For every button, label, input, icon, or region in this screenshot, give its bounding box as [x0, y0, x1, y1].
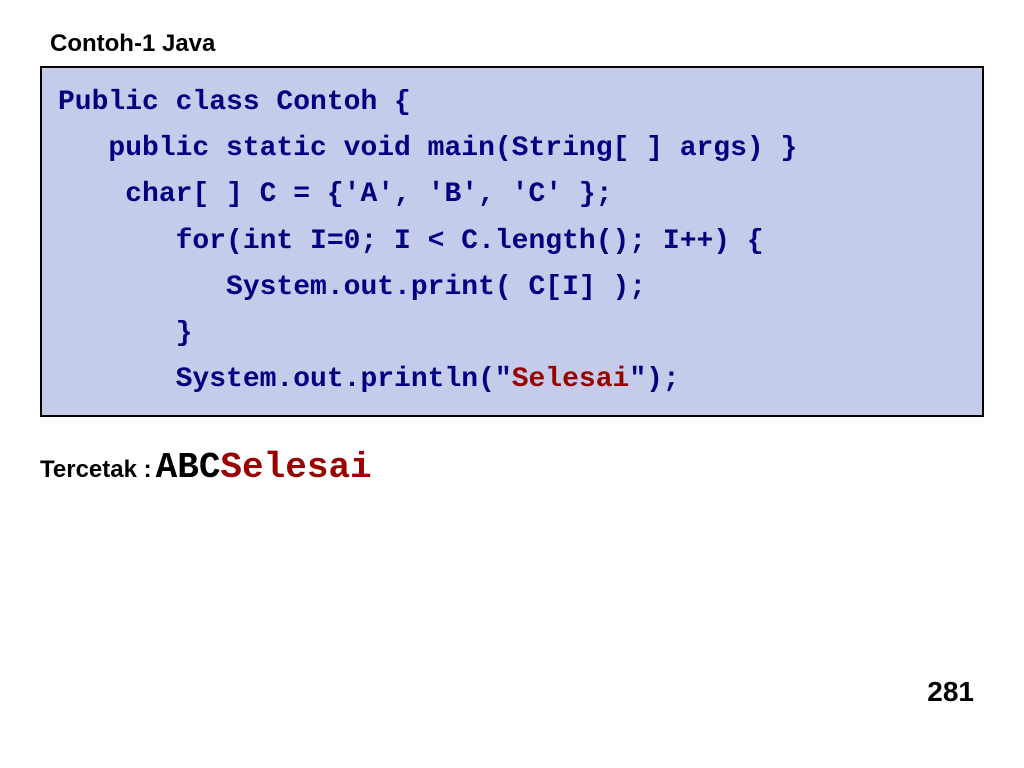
output-row: Tercetak : ABCSelesai: [40, 447, 984, 488]
code-line-3: char[ ] C = {'A', 'B', 'C' };: [58, 172, 966, 218]
code-line-7: System.out.println("Selesai");: [58, 357, 966, 403]
code-line-1: Public class Contoh {: [58, 80, 966, 126]
code-line-7-prefix: System.out.println(": [58, 364, 512, 395]
code-block: Public class Contoh { public static void…: [40, 66, 984, 417]
output-selesai: Selesai: [220, 447, 371, 488]
code-line-7-highlight: Selesai: [512, 364, 630, 395]
output-abc: ABC: [156, 447, 221, 488]
code-line-4: for(int I=0; I < C.length(); I++) {: [58, 219, 966, 265]
code-line-7-suffix: ");: [629, 364, 679, 395]
code-line-2: public static void main(String[ ] args) …: [58, 126, 966, 172]
slide-title: Contoh-1 Java: [50, 30, 984, 58]
code-line-5: System.out.print( C[I] );: [58, 265, 966, 311]
output-label: Tercetak :: [40, 456, 152, 484]
page-number: 281: [927, 676, 974, 708]
code-line-6: }: [58, 311, 966, 357]
